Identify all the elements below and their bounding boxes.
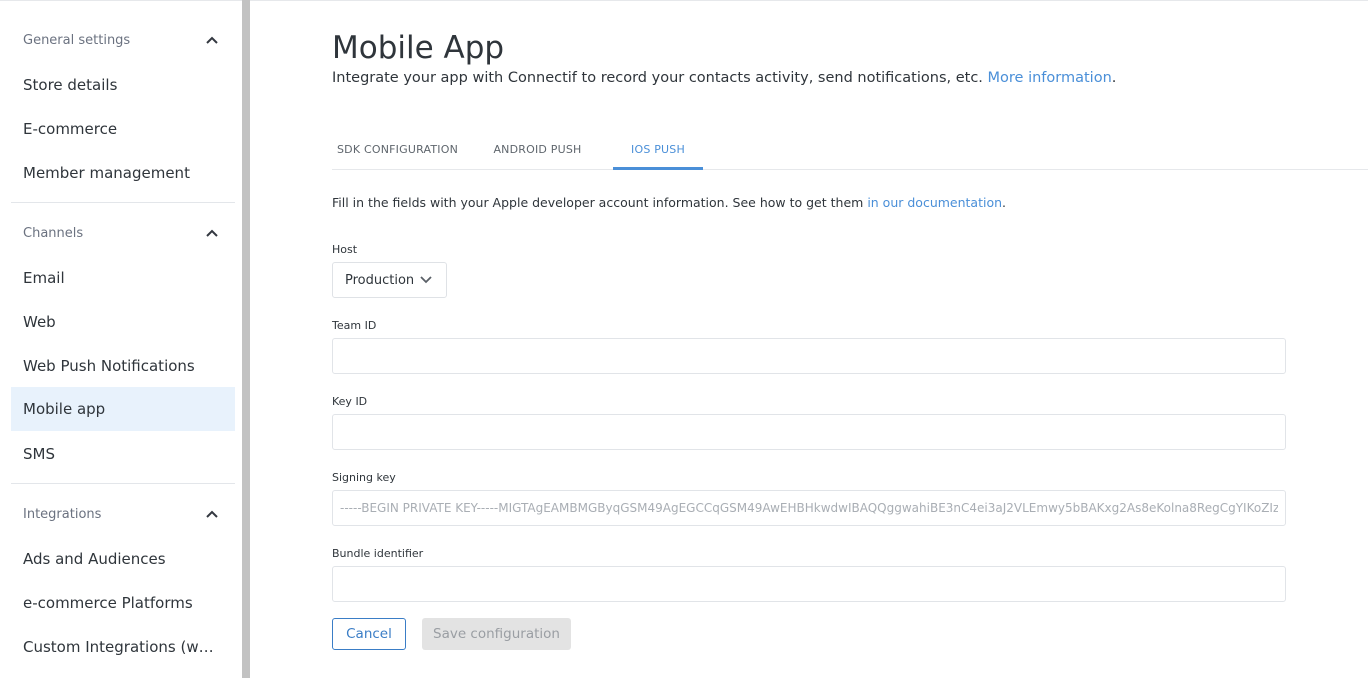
section-title: General settings [23, 32, 131, 48]
sidebar-item-ecommerce-platforms[interactable]: e-commerce Platforms [11, 581, 235, 625]
host-label: Host [332, 243, 358, 256]
key-id-label: Key ID [332, 395, 368, 408]
sidebar-item-label: Store details [23, 76, 118, 94]
signing-key-input[interactable] [332, 490, 1286, 526]
chevron-down-icon [420, 273, 432, 288]
sidebar-item-label: E-commerce [23, 120, 118, 138]
sidebar-divider [11, 202, 235, 203]
sidebar-item-label: Web [23, 313, 56, 331]
subtitle-text: Integrate your app with Connectif to rec… [332, 70, 983, 86]
tab-ios-push[interactable]: IOS PUSH [613, 129, 703, 170]
host-selected-value: Production [345, 272, 415, 288]
chevron-up-icon[interactable] [205, 33, 219, 47]
host-select[interactable]: Production [332, 262, 447, 298]
sidebar-item-label: Ads and Audiences [23, 550, 166, 568]
sidebar-item-label: Member management [23, 164, 190, 182]
form-help-text: Fill in the fields with your Apple devel… [332, 195, 1006, 210]
section-integrations[interactable]: Integrations [0, 496, 235, 532]
sidebar-scrollbar[interactable] [242, 0, 250, 678]
sidebar-divider [11, 483, 235, 484]
sidebar-item-web[interactable]: Web [11, 300, 235, 344]
chevron-up-icon[interactable] [205, 507, 219, 521]
help-period: . [1002, 195, 1007, 210]
sidebar-item-sms[interactable]: SMS [11, 432, 235, 476]
signing-key-label: Signing key [332, 471, 396, 484]
section-title: Channels [23, 225, 84, 241]
help-text: Fill in the fields with your Apple devel… [332, 195, 864, 210]
tab-sdk-configuration[interactable]: SDK CONFIGURATION [332, 129, 463, 169]
documentation-link[interactable]: in our documentation [867, 195, 1002, 210]
sidebar-item-e-commerce[interactable]: E-commerce [11, 107, 235, 151]
team-id-label: Team ID [332, 319, 377, 332]
sidebar-item-label: Mobile app [23, 400, 106, 418]
sidebar-item-web-push-notifications[interactable]: Web Push Notifications [11, 344, 235, 388]
team-id-input[interactable] [332, 338, 1286, 374]
sidebar-item-label: Email [23, 269, 65, 287]
page-title: Mobile App [332, 30, 505, 66]
sidebar-item-label: Web Push Notifications [23, 357, 195, 375]
cancel-button[interactable]: Cancel [332, 618, 406, 650]
sidebar-item-label: Custom Integrations (webhooks) [23, 638, 221, 656]
chevron-up-icon[interactable] [205, 226, 219, 240]
section-general-settings[interactable]: General settings [0, 22, 235, 58]
main-content: Mobile App Integrate your app with Conne… [250, 0, 1368, 678]
save-configuration-button[interactable]: Save configuration [422, 618, 571, 650]
section-channels[interactable]: Channels [0, 215, 235, 251]
sidebar-item-member-management[interactable]: Member management [11, 151, 235, 195]
tab-android-push[interactable]: ANDROID PUSH [480, 129, 595, 169]
sidebar-item-custom-integrations[interactable]: Custom Integrations (webhooks) [11, 625, 235, 669]
sidebar-item-label: e-commerce Platforms [23, 594, 193, 612]
key-id-input[interactable] [332, 414, 1286, 450]
page-subtitle: Integrate your app with Connectif to rec… [332, 70, 1116, 86]
bundle-identifier-input[interactable] [332, 566, 1286, 602]
sidebar-item-ads-and-audiences[interactable]: Ads and Audiences [11, 537, 235, 581]
subtitle-period: . [1111, 70, 1117, 86]
sidebar-item-email[interactable]: Email [11, 256, 235, 300]
sidebar-item-store-details[interactable]: Store details [11, 63, 235, 107]
more-information-link[interactable]: More information [988, 70, 1112, 86]
tab-bar: SDK CONFIGURATION ANDROID PUSH IOS PUSH [332, 129, 1368, 170]
section-title: Integrations [23, 506, 102, 522]
bundle-identifier-label: Bundle identifier [332, 547, 424, 560]
sidebar-item-label: SMS [23, 445, 55, 463]
settings-sidebar: General settings Store details E-commerc… [0, 0, 242, 678]
sidebar-item-mobile-app[interactable]: Mobile app [11, 387, 235, 431]
